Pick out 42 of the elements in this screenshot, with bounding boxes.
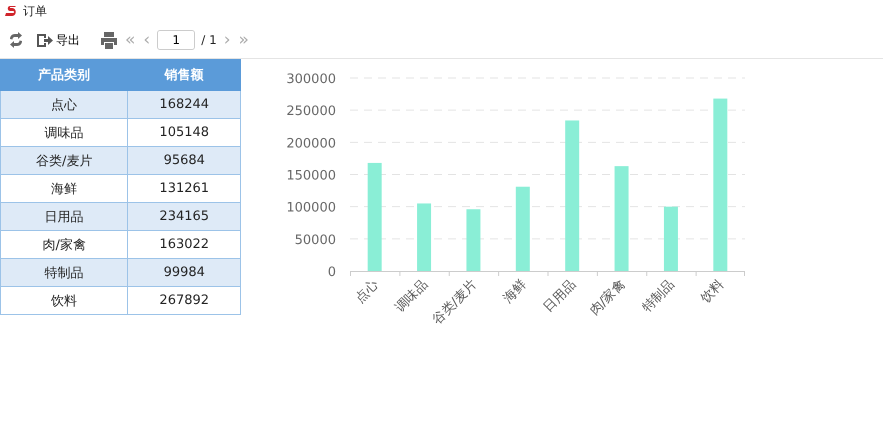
next-page-button[interactable]: › [222,32,232,48]
table-cell: 饮料 [0,286,128,314]
table-cell: 谷类/麦片 [0,146,128,174]
first-page-button[interactable]: « [124,32,136,48]
y-axis-label: 300000 [286,72,336,87]
table-cell: 99984 [128,258,240,286]
y-axis-label: 150000 [286,168,336,184]
previous-page-button[interactable]: ‹ [142,32,152,48]
x-axis-label: 调味品 [392,277,431,316]
x-axis-label: 谷类/麦片 [430,277,480,328]
refresh-icon[interactable] [8,32,24,48]
x-axis-label: 日用品 [540,277,580,316]
bar [466,209,480,271]
y-axis-label: 100000 [286,200,336,216]
table-cell: 点心 [0,90,128,118]
table-cell: 特制品 [0,258,128,286]
y-axis-label: 200000 [286,136,336,152]
column-header: 销售额 [128,60,240,90]
logo-icon [4,5,18,17]
print-icon[interactable] [100,32,118,48]
y-axis-label: 250000 [286,104,336,120]
table-cell: 234165 [128,202,240,230]
x-axis-label: 饮料 [698,277,728,306]
x-axis-label: 点心 [352,277,382,306]
table-cell: 267892 [128,286,240,314]
x-axis-label: 肉/家禽 [587,277,628,318]
page-number-field[interactable]: 1 [157,30,196,50]
bar [417,203,432,271]
bar [664,206,678,271]
x-axis-label: 海鲜 [500,277,530,306]
last-page-button[interactable]: » [238,32,250,48]
window-title: 订单 [23,2,47,20]
table-cell: 日用品 [0,202,128,230]
export-icon [36,32,53,48]
table-cell: 168244 [128,90,240,118]
table-cell: 95684 [128,146,240,174]
y-axis-label: 0 [328,265,336,280]
x-axis-label: 特制品 [640,277,678,316]
column-header: 产品类别 [0,60,128,90]
page-total: / 1 [201,33,217,47]
export-button[interactable]: 导出 [36,32,80,48]
y-axis-label: 50000 [294,232,336,248]
